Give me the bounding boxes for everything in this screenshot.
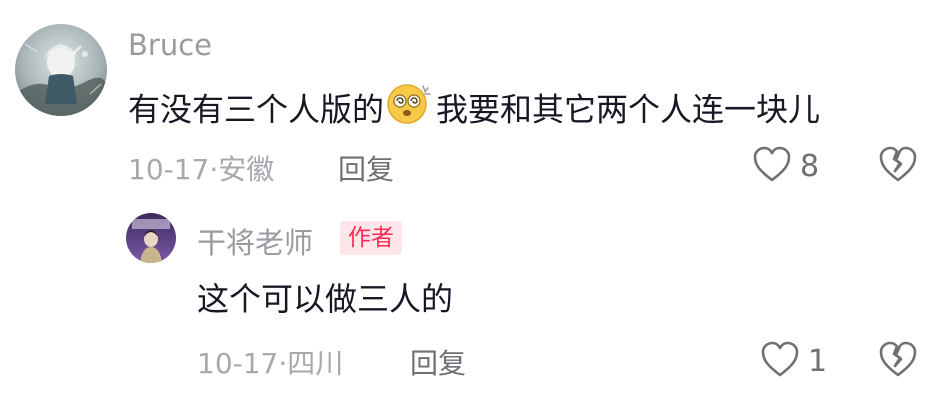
comment-section: Bruce 有没有三个人版的 我要和其它两个人连一块儿 10-17·安徽 回复 … bbox=[0, 0, 940, 400]
comment-timestamp-location: 10-17·安徽 bbox=[128, 153, 275, 186]
reply-text: 这个可以做三人的 bbox=[197, 280, 454, 318]
reply-timestamp-location: 10-17·四川 bbox=[197, 347, 344, 380]
like-count: 8 bbox=[800, 148, 820, 184]
reply-username[interactable]: 干将老师 bbox=[197, 220, 313, 262]
comment-username[interactable]: Bruce bbox=[128, 28, 212, 62]
dislike-button[interactable] bbox=[878, 340, 918, 382]
avatar[interactable] bbox=[15, 24, 107, 116]
like-button[interactable]: 8 bbox=[752, 145, 819, 187]
comment-text-part: 我要和其它两个人连一块儿 bbox=[436, 90, 821, 129]
avatar-image bbox=[15, 24, 107, 116]
broken-heart-icon bbox=[878, 341, 918, 382]
dislike-button[interactable] bbox=[878, 145, 918, 187]
comment-text-part: 有没有三个人版的 bbox=[128, 90, 385, 129]
comment-text: 有没有三个人版的 我要和其它两个人连一块儿 bbox=[128, 82, 821, 138]
like-count: 1 bbox=[808, 343, 828, 379]
avatar-image bbox=[126, 213, 176, 263]
reply-button[interactable]: 回复 bbox=[410, 342, 466, 382]
avatar[interactable] bbox=[126, 213, 176, 263]
broken-heart-icon bbox=[878, 146, 918, 187]
heart-outline-icon bbox=[752, 145, 792, 187]
like-button[interactable]: 1 bbox=[760, 340, 827, 382]
reply-button[interactable]: 回复 bbox=[338, 148, 394, 188]
heart-outline-icon bbox=[760, 340, 800, 382]
author-badge: 作者 bbox=[340, 221, 402, 255]
dizzy-face-emoji-icon bbox=[387, 82, 433, 135]
